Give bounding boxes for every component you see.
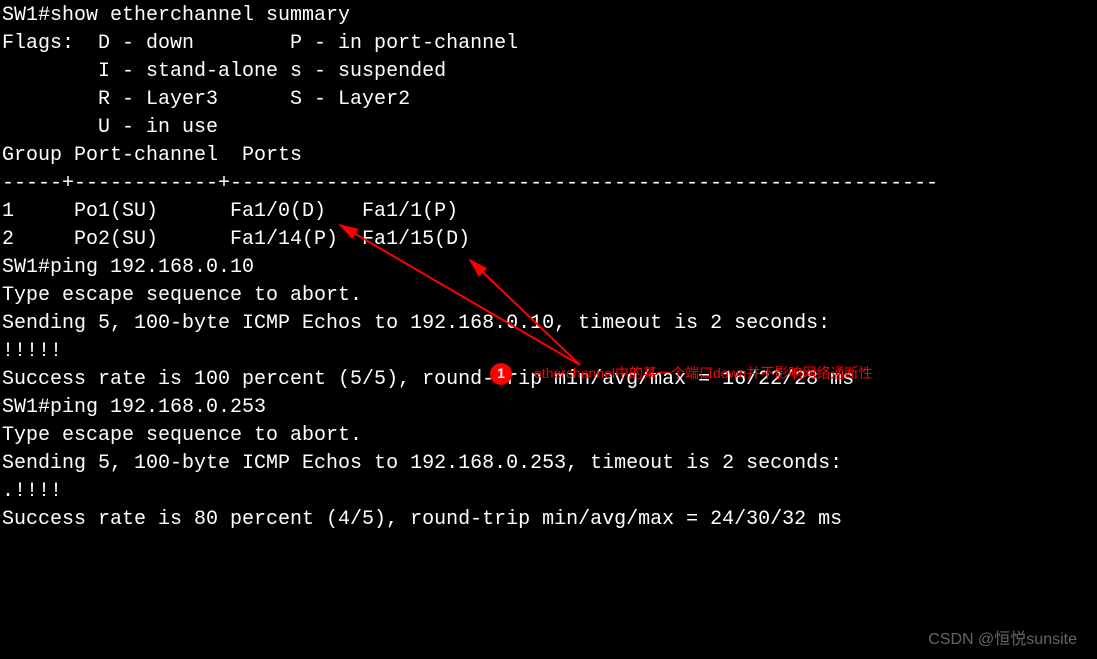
terminal-line: Success rate is 80 percent (4/5), round-… [2,506,1095,534]
terminal-line: I - stand-alone s - suspended [2,58,1095,86]
terminal-line: Sending 5, 100-byte ICMP Echos to 192.16… [2,310,1095,338]
terminal-line: Sending 5, 100-byte ICMP Echos to 192.16… [2,450,1095,478]
terminal-line: Type escape sequence to abort. [2,282,1095,310]
terminal-line: .!!!! [2,478,1095,506]
terminal-line: SW1#show etherchannel summary [2,2,1095,30]
terminal-line: SW1#ping 192.168.0.253 [2,394,1095,422]
terminal-line: Success rate is 100 percent (5/5), round… [2,366,1095,394]
terminal-line: Flags: D - down P - in port-channel [2,30,1095,58]
terminal-line: U - in use [2,114,1095,142]
terminal-line: -----+------------+---------------------… [2,170,1095,198]
watermark: CSDN @恒悦sunsite [928,629,1077,651]
terminal-line: !!!!! [2,338,1095,366]
terminal-line: SW1#ping 192.168.0.10 [2,254,1095,282]
terminal-line: R - Layer3 S - Layer2 [2,86,1095,114]
terminal-line: 1 Po1(SU) Fa1/0(D) Fa1/1(P) [2,198,1095,226]
terminal-line: Group Port-channel Ports [2,142,1095,170]
terminal-line: Type escape sequence to abort. [2,422,1095,450]
terminal-line: 2 Po2(SU) Fa1/14(P) Fa1/15(D) [2,226,1095,254]
terminal-output: SW1#show etherchannel summary Flags: D -… [2,2,1095,534]
